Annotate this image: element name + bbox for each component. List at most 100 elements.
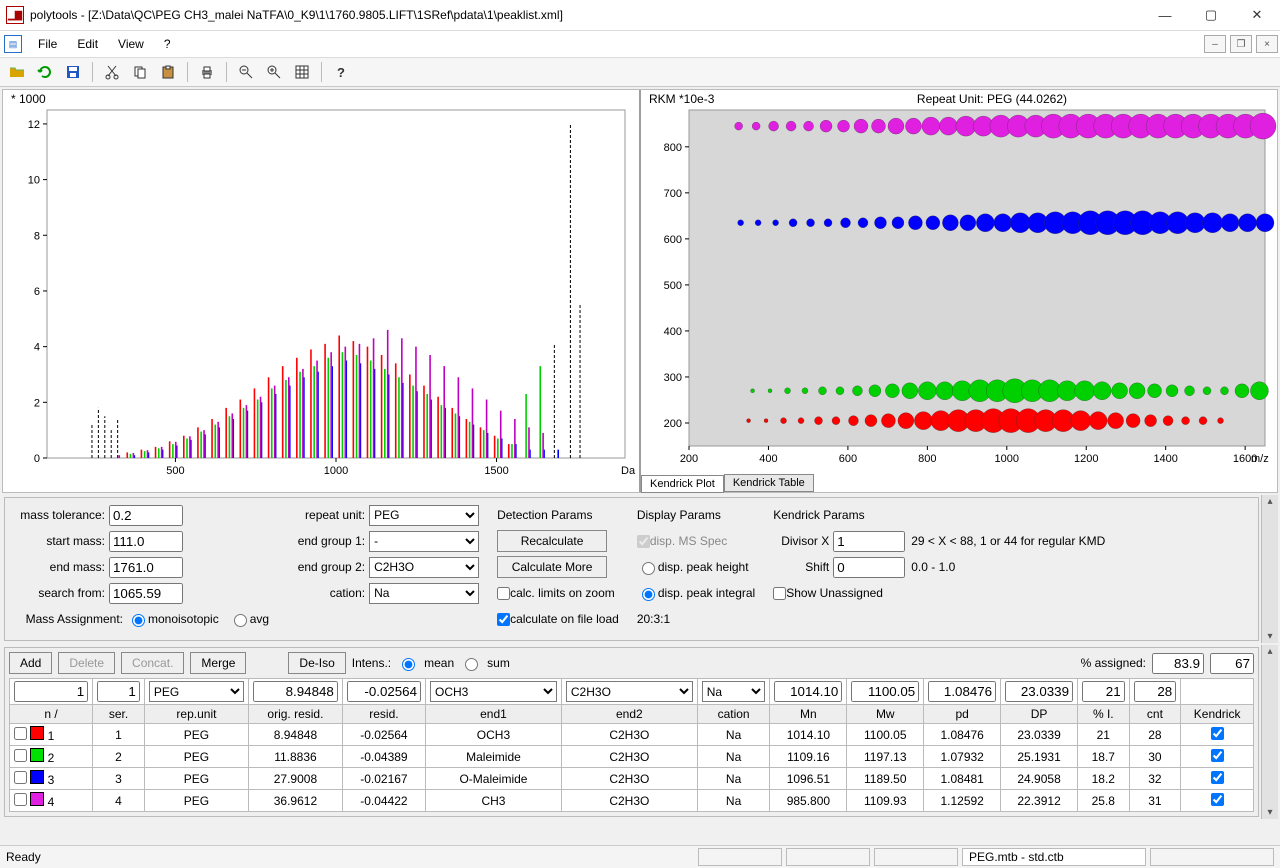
repeat-unit-select[interactable]: PEG	[369, 505, 479, 526]
shift-input[interactable]	[833, 557, 905, 578]
col-mw[interactable]: Mw	[847, 705, 924, 724]
tab-kendrick-table[interactable]: Kendrick Table	[724, 474, 814, 492]
copy-icon[interactable]	[127, 60, 153, 84]
col-resid[interactable]: resid.	[342, 705, 425, 724]
kendrick-checkbox[interactable]	[1211, 771, 1224, 784]
col-end2[interactable]: end2	[561, 705, 697, 724]
show-unassigned-checkbox[interactable]	[773, 587, 786, 600]
divisor-label: Divisor X	[773, 534, 829, 548]
menu-file[interactable]: File	[28, 34, 67, 54]
intens-sum-radio[interactable]	[465, 658, 478, 671]
table-row[interactable]: 44PEG36.9612-0.04422CH3C2H3ONa985.800110…	[10, 790, 1254, 812]
kendrick-checkbox[interactable]	[1211, 793, 1224, 806]
col-i[interactable]: % I.	[1078, 705, 1130, 724]
scroll-up-icon[interactable]: ▴	[1266, 495, 1273, 508]
delete-button[interactable]: Delete	[58, 652, 115, 674]
kendrick-checkbox[interactable]	[1211, 727, 1224, 740]
refresh-icon[interactable]	[32, 60, 58, 84]
row-select-checkbox[interactable]	[14, 793, 27, 806]
close-button[interactable]: ✕	[1234, 0, 1280, 30]
search-from-input[interactable]	[109, 583, 183, 604]
status-file: PEG.mtb - std.ctb	[962, 848, 1146, 866]
edit-repunit[interactable]: PEG	[149, 681, 244, 702]
scroll-down-icon[interactable]: ▾	[1266, 806, 1273, 819]
open-icon[interactable]	[4, 60, 30, 84]
col-repunit[interactable]: rep.unit	[144, 705, 248, 724]
col-kendrick[interactable]: Kendrick	[1181, 705, 1254, 724]
ms-spectrum-chart[interactable]: * 1000 02468101250010001500Da	[3, 90, 639, 492]
mono-radio[interactable]	[132, 614, 145, 627]
merge-button[interactable]: Merge	[190, 652, 246, 674]
save-icon[interactable]	[60, 60, 86, 84]
cut-icon[interactable]	[99, 60, 125, 84]
show-unassigned-label: Show Unassigned	[786, 586, 883, 600]
start-mass-input[interactable]	[109, 531, 183, 552]
params-scrollbar[interactable]: ▴▾	[1261, 495, 1278, 643]
cation-select[interactable]: Na	[369, 583, 479, 604]
scroll-up-icon[interactable]: ▴	[1266, 645, 1273, 658]
paste-icon[interactable]	[155, 60, 181, 84]
calculate-more-button[interactable]: Calculate More	[497, 556, 607, 578]
disp-peak-height-radio[interactable]	[642, 562, 655, 575]
svg-text:800: 800	[664, 142, 682, 154]
mdi-close-button[interactable]: ×	[1256, 35, 1278, 53]
col-origresid[interactable]: orig. resid.	[249, 705, 343, 724]
col-end1[interactable]: end1	[426, 705, 562, 724]
recalculate-button[interactable]: Recalculate	[497, 530, 607, 552]
end-mass-input[interactable]	[109, 557, 183, 578]
table-row[interactable]: 11PEG8.94848-0.02564OCH3C2H3ONa1014.1011…	[10, 724, 1254, 746]
col-n[interactable]: n /	[10, 705, 93, 724]
end-mass-label: end mass:	[13, 560, 105, 574]
zoom-in-icon[interactable]	[261, 60, 287, 84]
edit-n[interactable]	[14, 681, 88, 702]
menu-edit[interactable]: Edit	[67, 34, 108, 54]
col-cation[interactable]: cation	[697, 705, 770, 724]
row-select-checkbox[interactable]	[14, 749, 27, 762]
edit-cation[interactable]: Na	[702, 681, 766, 702]
kendrick-chart[interactable]: RKM *10e-3 Repeat Unit: PEG (44.0262) 20…	[639, 90, 1277, 492]
table-row[interactable]: 33PEG27.9008-0.02167O-MaleimideC2H3ONa10…	[10, 768, 1254, 790]
intens-mean-radio[interactable]	[402, 658, 415, 671]
end-group2-select[interactable]: C2H3O	[369, 557, 479, 578]
avg-radio[interactable]	[234, 614, 247, 627]
menu-help[interactable]: ?	[154, 34, 181, 54]
kendrick-checkbox[interactable]	[1211, 749, 1224, 762]
deiso-button[interactable]: De-Iso	[288, 652, 345, 674]
tab-kendrick-plot[interactable]: Kendrick Plot	[641, 475, 724, 493]
scroll-down-icon[interactable]: ▾	[1266, 630, 1273, 643]
col-mn[interactable]: Mn	[770, 705, 847, 724]
col-ser[interactable]: ser.	[93, 705, 145, 724]
print-icon[interactable]	[194, 60, 220, 84]
help-icon[interactable]: ?	[328, 60, 354, 84]
edit-ser[interactable]	[97, 681, 140, 702]
svg-text:10: 10	[28, 175, 40, 187]
row-select-checkbox[interactable]	[14, 727, 27, 740]
add-button[interactable]: Add	[9, 652, 52, 674]
mdi-minimize-button[interactable]: –	[1204, 35, 1226, 53]
minimize-button[interactable]: —	[1142, 0, 1188, 30]
row-select-checkbox[interactable]	[14, 771, 27, 784]
col-pd[interactable]: pd	[924, 705, 1001, 724]
series-table: PEG OCH3 C2H3O Na n /ser.rep.unitorig. r…	[9, 678, 1254, 812]
table-scrollbar[interactable]: ▴▾	[1261, 645, 1278, 819]
table-row[interactable]: 22PEG11.8836-0.04389MaleimideC2H3ONa1109…	[10, 746, 1254, 768]
zoom-out-icon[interactable]	[233, 60, 259, 84]
table-icon[interactable]	[289, 60, 315, 84]
calc-onload-checkbox[interactable]	[497, 613, 510, 626]
divisor-input[interactable]	[833, 531, 905, 552]
col-dp[interactable]: DP	[1001, 705, 1078, 724]
calc-limits-checkbox[interactable]	[497, 587, 510, 600]
concat-button[interactable]: Concat.	[121, 652, 184, 674]
end-group1-select[interactable]: -	[369, 531, 479, 552]
col-cnt[interactable]: cnt	[1129, 705, 1181, 724]
disp-peak-integral-radio[interactable]	[642, 588, 655, 601]
edit-end2[interactable]: C2H3O	[566, 681, 693, 702]
menu-view[interactable]: View	[108, 34, 154, 54]
maximize-button[interactable]: ▢	[1188, 0, 1234, 30]
edit-end1[interactable]: OCH3	[430, 681, 557, 702]
edit-orig[interactable]	[253, 681, 338, 702]
disp-ms-checkbox	[637, 535, 650, 548]
mdi-restore-button[interactable]: ❐	[1230, 35, 1252, 53]
edit-resid[interactable]	[347, 681, 421, 702]
mass-tolerance-input[interactable]	[109, 505, 183, 526]
